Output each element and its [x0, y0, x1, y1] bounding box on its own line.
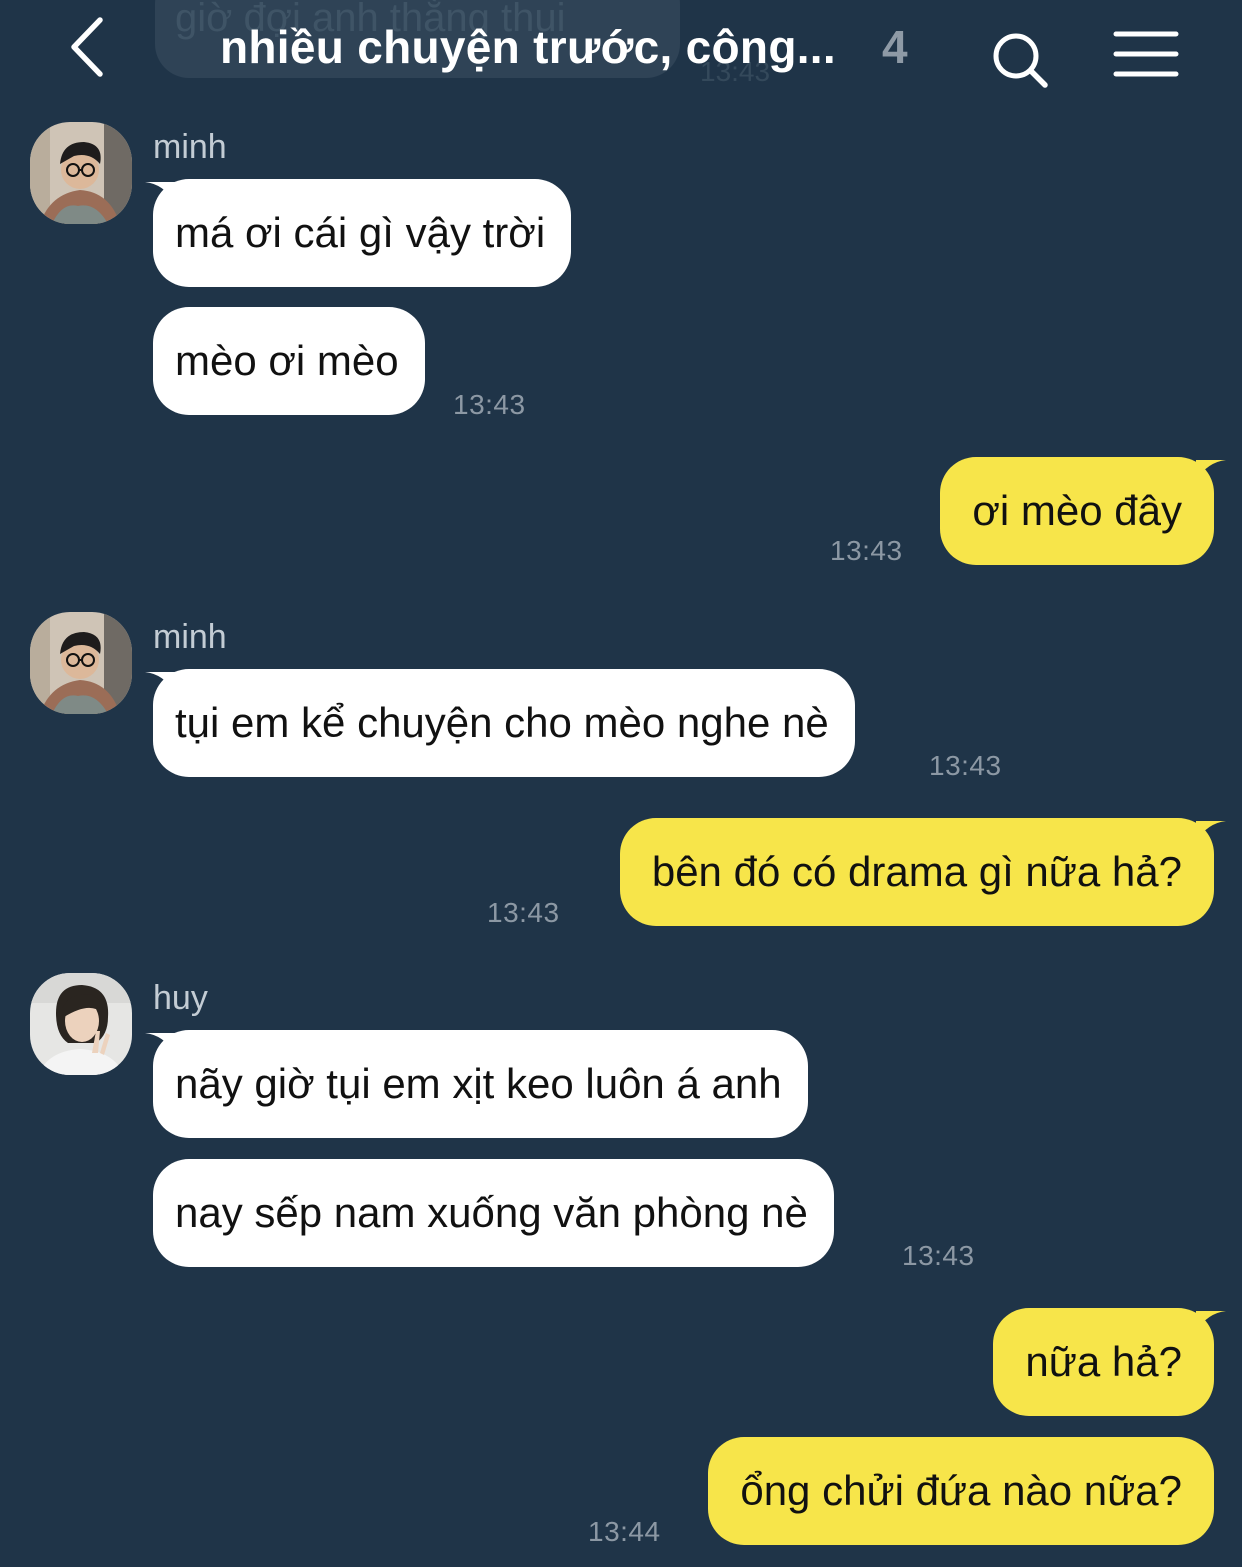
message-time: 13:44	[588, 1516, 661, 1547]
message-time: 13:43	[902, 1240, 975, 1271]
message-bubble-outgoing[interactable]: ơi mèo đây	[940, 457, 1214, 565]
sender-name: minh	[153, 618, 227, 656]
menu-button[interactable]	[1112, 28, 1180, 80]
message-bubble-outgoing[interactable]: nữa hả?	[993, 1308, 1214, 1416]
chat-header: giờ đợi anh thằng thui 13:43 nhiều chuyệ…	[0, 0, 1242, 100]
member-count: 4	[882, 21, 908, 73]
chevron-left-icon	[71, 17, 103, 77]
chat-title[interactable]: nhiều chuyện trước, công...	[220, 20, 836, 74]
avatar-photo-minh	[30, 612, 132, 714]
avatar-huy[interactable]	[30, 973, 132, 1075]
message-bubble[interactable]: tụi em kể chuyện cho mèo nghe nè	[153, 669, 855, 777]
avatar-minh[interactable]	[30, 612, 132, 714]
message-bubble[interactable]: má ơi cái gì vậy trời	[153, 179, 572, 287]
message-bubble[interactable]: mèo ơi mèo	[153, 307, 425, 415]
message-bubble[interactable]: nay sếp nam xuống văn phòng nè	[153, 1159, 834, 1267]
message-time: 13:43	[453, 389, 526, 420]
bubble-tail	[1196, 460, 1226, 480]
message-bubble[interactable]: nãy giờ tụi em xịt keo luôn á anh	[153, 1030, 808, 1138]
message-bubble-outgoing[interactable]: ổng chửi đứa nào nữa?	[708, 1437, 1214, 1545]
menu-icon	[1113, 31, 1179, 77]
avatar-minh[interactable]	[30, 122, 132, 224]
message-time: 13:43	[830, 535, 903, 566]
sender-name: huy	[153, 979, 208, 1017]
bubble-tail	[1196, 821, 1226, 841]
search-icon	[993, 33, 1048, 88]
avatar-photo-minh	[30, 122, 132, 224]
message-time: 13:43	[487, 897, 560, 928]
message-bubble-outgoing[interactable]: bên đó có drama gì nữa hả?	[619, 818, 1214, 926]
sender-name: minh	[153, 128, 227, 166]
search-button[interactable]	[990, 28, 1052, 90]
avatar-photo-huy	[30, 973, 132, 1075]
back-button[interactable]	[60, 14, 120, 80]
bubble-tail	[1196, 1311, 1226, 1331]
message-time: 13:43	[929, 750, 1002, 781]
